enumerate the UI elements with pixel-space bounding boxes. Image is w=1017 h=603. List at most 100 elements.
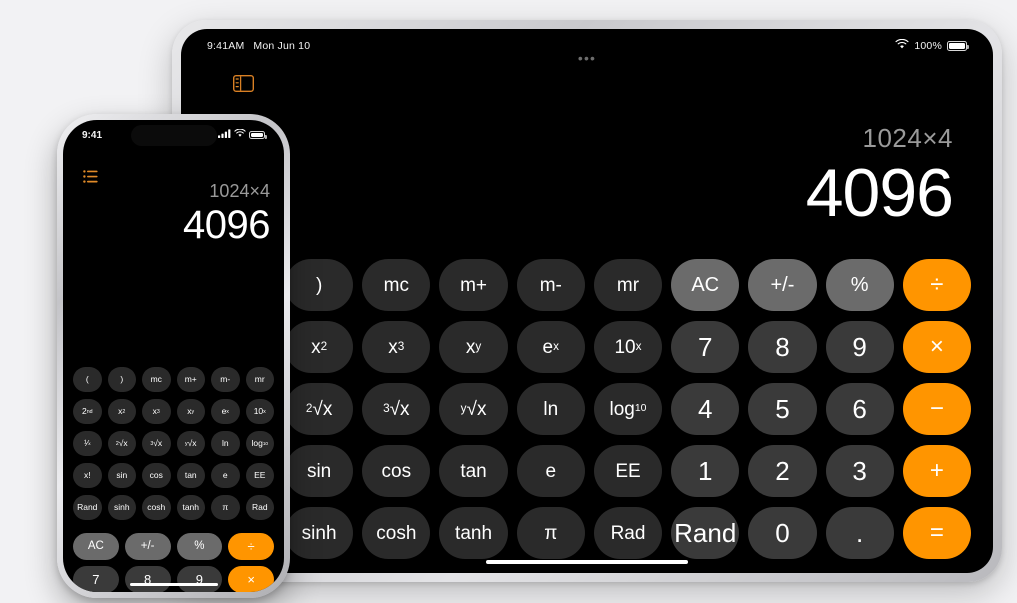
- key-tan[interactable]: tan: [439, 445, 508, 497]
- key-multiply[interactable]: ×: [228, 566, 274, 592]
- key-ten-power-x[interactable]: 10 x: [593, 321, 663, 373]
- iphone-calculator-display: 1024×4 4096: [183, 182, 270, 248]
- key-m-plus[interactable]: m+: [176, 367, 205, 392]
- key-x-power-y[interactable]: xy: [439, 321, 508, 373]
- key-open-paren[interactable]: (: [73, 367, 102, 392]
- ipad-expression: 1024×4: [862, 123, 953, 153]
- key-sinh[interactable]: sinh: [285, 507, 354, 559]
- key-x-power-y[interactable]: xy: [176, 399, 205, 424]
- key-sin[interactable]: sin: [285, 445, 354, 497]
- key-rad[interactable]: Rad: [593, 507, 663, 559]
- key-sinh[interactable]: sinh: [107, 495, 136, 520]
- key-reciprocal[interactable]: ¹⁄ x: [73, 431, 102, 456]
- list-menu-icon[interactable]: [83, 170, 98, 183]
- key-0[interactable]: 0: [748, 507, 817, 559]
- key-e-power-x[interactable]: ex: [211, 399, 240, 424]
- key-multiply[interactable]: ×: [902, 321, 971, 373]
- sidebar-toggle-icon[interactable]: [232, 74, 255, 93]
- key-cosh[interactable]: cosh: [142, 495, 171, 520]
- key-x-squared[interactable]: x2: [285, 321, 354, 373]
- key-log10[interactable]: log 10: [593, 383, 663, 435]
- key-y-root[interactable]: y √x: [176, 431, 205, 456]
- key-log10[interactable]: log 10: [245, 431, 274, 456]
- key-pi[interactable]: π: [516, 507, 585, 559]
- key-3[interactable]: 3: [825, 445, 894, 497]
- key-plus-minus[interactable]: +/-: [124, 533, 171, 560]
- key-cosh[interactable]: cosh: [362, 507, 431, 559]
- wifi-icon: [234, 128, 246, 141]
- iphone-status-time: 9:41: [82, 129, 103, 141]
- key-pi[interactable]: π: [211, 495, 240, 520]
- iphone-status-bar: 9:41: [63, 120, 284, 150]
- key-divide[interactable]: ÷: [228, 533, 274, 560]
- key-m-minus[interactable]: m-: [516, 259, 585, 311]
- key-factorial[interactable]: x!: [73, 463, 102, 488]
- key-tanh[interactable]: tanh: [176, 495, 205, 520]
- key-mc[interactable]: mc: [362, 259, 431, 311]
- key-x-cubed[interactable]: x3: [142, 399, 171, 424]
- key-close-paren[interactable]: ): [285, 259, 354, 311]
- key-m-plus[interactable]: m+: [439, 259, 508, 311]
- iphone-science-keypad: () mc m+ m-mr 2nd x 2 x 3 x y e x 10 x ¹⁄ x 2 √x 3 √x y √x ln lo…: [73, 367, 274, 520]
- key-tanh[interactable]: tanh: [439, 507, 508, 559]
- key-cube-root[interactable]: 3 √x: [142, 431, 171, 456]
- multitask-dots-icon[interactable]: •••: [578, 51, 596, 65]
- key-mr[interactable]: mr: [245, 367, 274, 392]
- key-5[interactable]: 5: [748, 383, 817, 435]
- key-8[interactable]: 8: [124, 566, 171, 592]
- key-ten-power-x[interactable]: 10 x: [245, 399, 274, 424]
- key-7[interactable]: 7: [671, 321, 740, 373]
- ipad-screen: 9:41AM Mon Jun 10 100% ••• 1024×4 4096)…: [181, 29, 993, 573]
- key-9[interactable]: 9: [176, 566, 223, 592]
- key-7[interactable]: 7: [73, 566, 119, 592]
- ipad-result: 4096: [805, 155, 954, 231]
- key-2nd[interactable]: 2nd: [73, 399, 102, 424]
- key-8[interactable]: 8: [748, 321, 817, 373]
- iphone-device: 9:41 1024×4 4096 () mc m+ m-mr 2nd x 2 x 3: [57, 114, 290, 598]
- key-4[interactable]: 4: [671, 383, 740, 435]
- key-decimal[interactable]: .: [825, 507, 894, 559]
- key-mc[interactable]: mc: [142, 367, 171, 392]
- key-plus-minus[interactable]: +/-: [748, 259, 817, 311]
- key-rand[interactable]: Rand: [671, 507, 740, 559]
- key-e[interactable]: e: [211, 463, 240, 488]
- key-1[interactable]: 1: [671, 445, 740, 497]
- key-x-cubed[interactable]: x3: [362, 321, 431, 373]
- key-percent[interactable]: %: [176, 533, 223, 560]
- key-cos[interactable]: cos: [362, 445, 431, 497]
- key-ee[interactable]: EE: [245, 463, 274, 488]
- key-ac[interactable]: AC: [73, 533, 119, 560]
- key-mr[interactable]: mr: [593, 259, 663, 311]
- key-x-squared[interactable]: x2: [107, 399, 136, 424]
- key-sin[interactable]: sin: [107, 463, 136, 488]
- key-ln[interactable]: ln: [211, 431, 240, 456]
- key-ee[interactable]: EE: [593, 445, 663, 497]
- key-percent[interactable]: %: [825, 259, 894, 311]
- key-9[interactable]: 9: [825, 321, 894, 373]
- key-divide[interactable]: ÷: [902, 259, 971, 311]
- key-m-minus[interactable]: m-: [211, 367, 240, 392]
- battery-full-icon: [947, 41, 969, 51]
- ipad-calculator-display: 1024×4 4096: [805, 123, 954, 231]
- key-close-paren[interactable]: ): [107, 367, 136, 392]
- key-e-power-x[interactable]: ex: [516, 321, 585, 373]
- key-y-root[interactable]: y √x: [439, 383, 508, 435]
- ipad-battery-percent: 100%: [914, 40, 942, 52]
- ipad-keypad: ) mc m+ m-mr AC +/-% ÷ x 2 x 3 x y e x 10 x 7 8 9 × 2 √x 3 √x y √x…: [285, 259, 971, 559]
- key-6[interactable]: 6: [825, 383, 894, 435]
- key-equals[interactable]: =: [902, 507, 971, 559]
- key-2[interactable]: 2: [748, 445, 817, 497]
- key-e[interactable]: e: [516, 445, 585, 497]
- key-cos[interactable]: cos: [142, 463, 171, 488]
- key-ln[interactable]: ln: [516, 383, 585, 435]
- key-cube-root[interactable]: 3 √x: [362, 383, 431, 435]
- key-rad[interactable]: Rad: [245, 495, 274, 520]
- key-square-root[interactable]: 2 √x: [107, 431, 136, 456]
- key-tan[interactable]: tan: [176, 463, 205, 488]
- key-square-root[interactable]: 2 √x: [285, 383, 354, 435]
- key-rand[interactable]: Rand: [73, 495, 102, 520]
- ipad-device: 9:41AM Mon Jun 10 100% ••• 1024×4 4096)…: [172, 20, 1002, 582]
- key-subtract[interactable]: −: [902, 383, 971, 435]
- key-ac[interactable]: AC: [671, 259, 740, 311]
- key-add[interactable]: +: [902, 445, 971, 497]
